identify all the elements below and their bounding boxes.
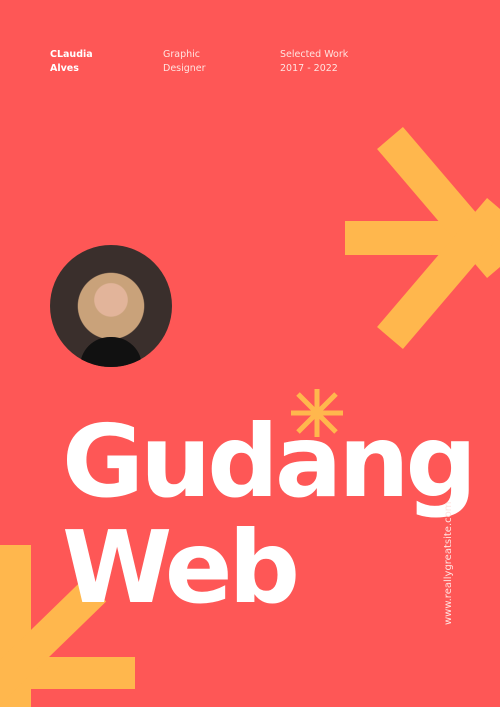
asterisk-large-icon [345,126,500,350]
work-label: Selected Work [280,49,349,60]
designer-role: Graphic Designer [163,48,206,76]
name-last: Alves [50,63,79,74]
title-line2: Web [62,509,300,626]
designer-name: CLaudia Alves [50,48,93,76]
title-line1: Gudang [62,403,477,520]
website-link[interactable]: www.reallygreatsite.com [443,502,455,625]
role-line1: Graphic [163,49,201,60]
selected-work: Selected Work 2017 - 2022 [280,48,348,76]
profile-photo [50,245,172,367]
photo-detail [80,337,142,367]
role-line2: Designer [163,63,206,74]
name-first: CLaudia [50,49,93,60]
work-years: 2017 - 2022 [280,63,338,74]
